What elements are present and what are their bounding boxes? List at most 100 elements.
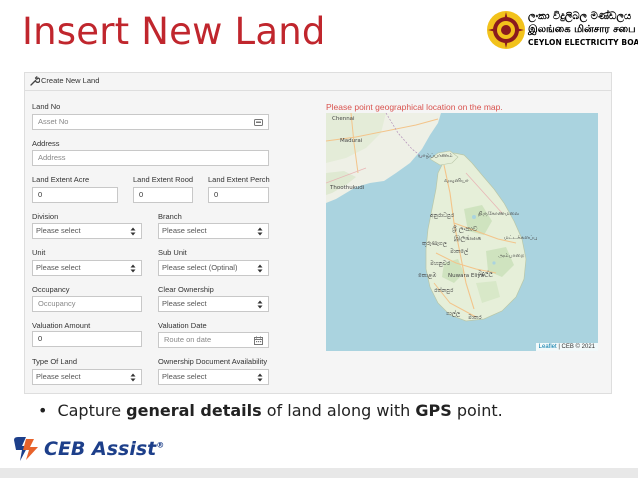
calendar-icon xyxy=(254,336,263,345)
panel-title: Create New Land xyxy=(41,76,100,85)
extent-acre-input[interactable]: 0 xyxy=(32,187,118,203)
extent-perch-input[interactable]: 0 xyxy=(208,187,269,203)
asset-no-label: Land No xyxy=(32,102,61,111)
sub-unit-select[interactable]: Please select (Optinal) xyxy=(158,260,269,276)
extent-acre-label: Land Extent Acre xyxy=(32,175,90,184)
map-label-madurai: Madurai xyxy=(340,138,363,144)
sort-caret-icon xyxy=(257,264,263,273)
ceb-emblem-icon xyxy=(487,11,525,49)
extent-acre-value: 0 xyxy=(38,190,43,199)
ownership-doc-value: Please select xyxy=(162,372,207,381)
ceb-assist-logo: CEB Assist® xyxy=(12,436,164,464)
map-label-chennai: Chennai xyxy=(332,116,355,122)
map-label-galle: ගාල්ල xyxy=(446,311,461,317)
valuation-date-placeholder: Route on date xyxy=(164,335,212,344)
unit-value: Please select xyxy=(36,263,81,272)
sort-caret-icon xyxy=(257,227,263,236)
logo-tamil: இலங்கை மின்சார சபை xyxy=(528,24,636,35)
logo-english: CEYLON ELECTRICITY BOARD xyxy=(528,38,638,47)
ceb-assist-brand: CEB Assist® xyxy=(44,438,164,460)
address-input[interactable]: Address xyxy=(32,150,269,166)
bullet-text-bold2: GPS xyxy=(415,401,452,420)
branch-value: Please select xyxy=(162,226,207,235)
sort-caret-icon xyxy=(257,373,263,382)
bullet-text-bold1: general details xyxy=(126,401,262,420)
map-label-kandy: මහනුවර xyxy=(430,261,451,267)
branch-select[interactable]: Please select xyxy=(158,223,269,239)
slide-title: Insert New Land xyxy=(22,10,326,53)
division-label: Division xyxy=(32,212,59,221)
type-of-land-value: Please select xyxy=(36,372,81,381)
map-attribution: Leaflet | CEB © 2021 xyxy=(535,343,598,351)
leaflet-link[interactable]: Leaflet xyxy=(539,344,557,350)
type-of-land-select[interactable]: Please select xyxy=(32,369,142,385)
map-label-matale: මාතලේ xyxy=(450,249,469,255)
clear-ownership-label: Clear Ownership xyxy=(158,285,214,294)
map-caption: Please point geographical location on th… xyxy=(326,102,503,112)
location-map[interactable]: Chennai Madurai யாழ்ப்பாணம் வவுனியா Thoo… xyxy=(326,113,598,351)
valuation-date-input[interactable]: Route on date xyxy=(158,332,269,348)
type-of-land-label: Type Of Land xyxy=(32,357,78,366)
registered-mark: ® xyxy=(156,440,165,450)
footer-bar xyxy=(0,468,638,478)
map-label-kurunegala: කුරුණෑගල xyxy=(422,241,447,247)
logo-sinhala: ලංකා විදුලිබල මණ්ඩලය xyxy=(528,11,632,22)
address-placeholder: Address xyxy=(38,153,66,162)
bullet-dot: • xyxy=(38,401,48,420)
sort-caret-icon xyxy=(130,264,136,273)
asset-no-placeholder: Asset No xyxy=(38,117,69,126)
sub-unit-value: Please select (Optinal) xyxy=(162,263,238,272)
map-label-matara: මාතර xyxy=(468,315,482,321)
valuation-amount-value: 0 xyxy=(38,334,43,343)
bullet-text-mid: of land along with xyxy=(261,401,416,420)
extent-rood-label: Land Extent Rood xyxy=(133,175,194,184)
sort-caret-icon xyxy=(130,227,136,236)
clear-ownership-value: Please select xyxy=(162,299,207,308)
map-label-ampara: அம்பாறை xyxy=(498,253,525,259)
clear-ownership-select[interactable]: Please select xyxy=(158,296,269,312)
map-label-jaffna: யாழ்ப்பாணம் xyxy=(418,153,453,159)
branch-label: Branch xyxy=(158,212,182,221)
bullet-text-suffix: point. xyxy=(451,401,503,420)
map-label-vavuniya: வவுனியா xyxy=(444,178,469,184)
occupancy-placeholder: Occupancy xyxy=(38,299,76,308)
valuation-date-label: Valuation Date xyxy=(158,321,207,330)
extent-rood-value: 0 xyxy=(139,190,144,199)
map-label-trinco: திருகோணமலை xyxy=(478,211,520,217)
occupancy-label: Occupancy xyxy=(32,285,70,294)
ownership-doc-select[interactable]: Please select xyxy=(158,369,269,385)
map-label-sri-lanka-ta: இලங்கை xyxy=(454,234,482,242)
map-label-anuradhapura: අනුරාධපුර xyxy=(430,213,455,219)
brand-text: CEB Assist xyxy=(44,438,157,460)
map-label-batticaloa: மட்டக்களப்பு xyxy=(504,235,538,241)
ceb-logo: ලංකා විදුලිබල මණ්ඩලය இலங்கை மின்சார சபை … xyxy=(486,10,638,50)
address-label: Address xyxy=(32,139,60,148)
map-label-colombo: කොළඹ xyxy=(418,273,437,279)
bullet-text-prefix: Capture xyxy=(57,401,127,420)
extent-perch-label: Land Extent Perch xyxy=(208,175,270,184)
barcode-icon xyxy=(254,119,263,126)
sort-caret-icon xyxy=(257,300,263,309)
unit-label: Unit xyxy=(32,248,46,257)
map-label-thoothukudi: Thoothukudi xyxy=(330,185,365,191)
ownership-doc-label: Ownership Document Availability xyxy=(158,357,268,366)
extent-perch-value: 0 xyxy=(214,190,219,199)
asset-no-input[interactable]: Asset No xyxy=(32,114,269,130)
valuation-amount-label: Valuation Amount xyxy=(32,321,91,330)
bullet-point: • Capture general details of land along w… xyxy=(38,401,503,420)
map-label-sri-lanka: ශ්‍රී ලංකාව xyxy=(452,225,478,233)
wrench-icon xyxy=(30,76,40,86)
lightning-bolt-icon xyxy=(14,437,38,461)
occupancy-input[interactable]: Occupancy xyxy=(32,296,142,312)
valuation-amount-input[interactable]: 0 xyxy=(32,331,142,347)
extent-rood-input[interactable]: 0 xyxy=(133,187,193,203)
division-value: Please select xyxy=(36,226,81,235)
map-label-badulla: බදුල්ල xyxy=(478,271,493,277)
attribution-text: | CEB © 2021 xyxy=(556,344,595,350)
sub-unit-label: Sub Unit xyxy=(158,248,187,257)
division-select[interactable]: Please select xyxy=(32,223,142,239)
panel-header: Create New Land xyxy=(25,73,611,91)
unit-select[interactable]: Please select xyxy=(32,260,142,276)
map-label-ratnapura: රත්නපුර xyxy=(434,288,454,294)
sort-caret-icon xyxy=(130,373,136,382)
